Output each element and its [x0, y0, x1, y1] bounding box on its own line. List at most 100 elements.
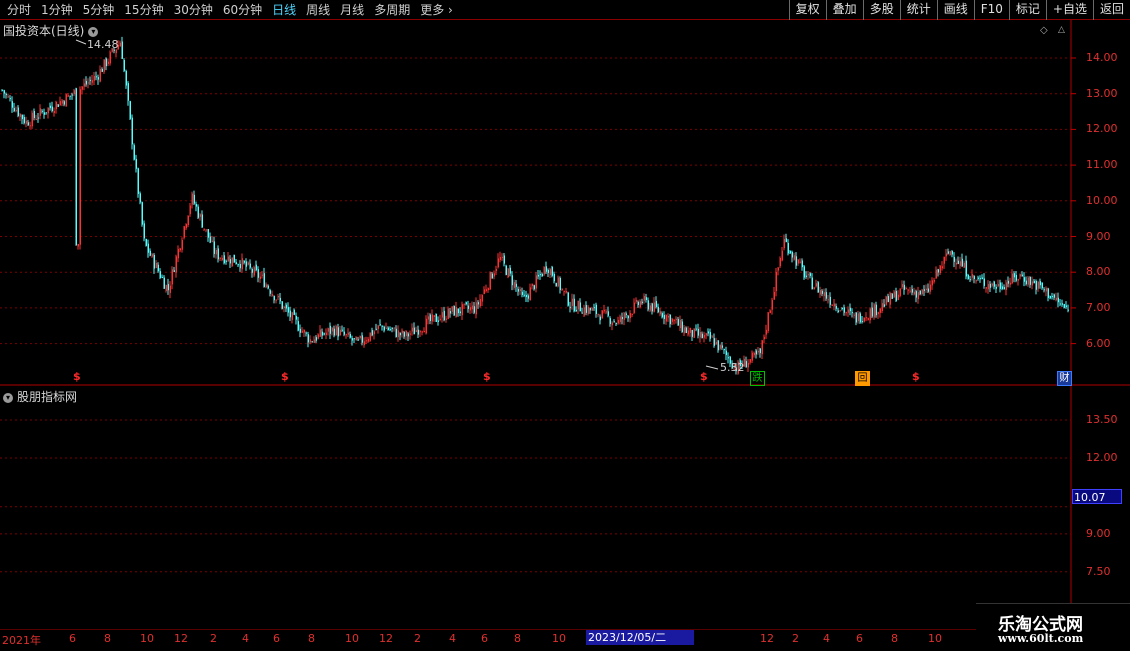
- period-tab-2[interactable]: 5分钟: [78, 0, 120, 20]
- time-tick-label: 8: [514, 632, 521, 645]
- candle-body: [867, 318, 869, 320]
- candle-body: [41, 110, 43, 112]
- candle-body: [943, 256, 945, 264]
- period-tab-4[interactable]: 30分钟: [169, 0, 218, 20]
- candle-body: [831, 304, 833, 306]
- toolbar-button-3[interactable]: 统计: [899, 0, 937, 20]
- toolbar-button-7[interactable]: +自选: [1045, 0, 1093, 20]
- toolbar-button-5[interactable]: F10: [973, 0, 1009, 20]
- candle-body: [539, 274, 541, 276]
- candle-body: [773, 291, 775, 300]
- dividend-marker[interactable]: $: [73, 370, 81, 383]
- candle-body: [577, 300, 579, 310]
- period-tab-0[interactable]: 分时: [2, 0, 36, 20]
- candle-body: [991, 283, 993, 286]
- toolbar-button-8[interactable]: 返回: [1092, 0, 1130, 20]
- period-tab-8[interactable]: 月线: [335, 0, 369, 20]
- candle-body: [825, 292, 827, 299]
- candle-body: [687, 330, 689, 335]
- candle-body: [297, 321, 299, 331]
- candle-body: [555, 282, 557, 287]
- candle-body: [1023, 277, 1025, 282]
- candle-body: [417, 329, 419, 335]
- diamond-icon[interactable]: ◇: [1040, 25, 1048, 36]
- period-tab-6[interactable]: 日线: [267, 0, 301, 20]
- candle-body: [777, 267, 779, 271]
- candle-body: [563, 290, 565, 292]
- candle-body: [281, 301, 283, 309]
- period-tab-7[interactable]: 周线: [301, 0, 335, 20]
- candle-body: [425, 318, 427, 334]
- toolbar-button-4[interactable]: 画线: [936, 0, 974, 20]
- candle-body: [847, 309, 849, 313]
- event-badge[interactable]: 跌: [750, 371, 765, 386]
- candle-body: [1029, 276, 1031, 285]
- time-tick-label: 8: [308, 632, 315, 645]
- candle-body: [223, 255, 225, 264]
- candle-body: [143, 223, 145, 239]
- candle-body: [375, 328, 377, 330]
- candle-body: [967, 274, 969, 280]
- candle-body: [669, 314, 671, 325]
- candle-body: [219, 257, 221, 259]
- dividend-marker[interactable]: $: [483, 370, 491, 383]
- candle-body: [153, 254, 155, 269]
- candle-body: [63, 101, 65, 105]
- chevron-down-icon[interactable]: ▾: [88, 26, 99, 37]
- price-tick-label: 14.00: [1086, 51, 1118, 64]
- toolbar-button-1[interactable]: 叠加: [825, 0, 863, 20]
- candle-body: [697, 328, 699, 336]
- time-tick-label: 2: [210, 632, 217, 645]
- candle-body: [969, 279, 971, 281]
- chevron-down-icon[interactable]: ▾: [3, 392, 13, 403]
- dividend-marker[interactable]: $: [281, 370, 289, 383]
- triangle-icon[interactable]: △: [1058, 25, 1065, 35]
- candle-body: [897, 294, 899, 300]
- candle-body: [183, 226, 185, 238]
- candle-body: [849, 307, 851, 312]
- time-tick-label: 6: [69, 632, 76, 645]
- candle-body: [917, 292, 919, 300]
- candle-body: [101, 68, 103, 72]
- candlestick-series: [1, 36, 1069, 375]
- candle-body: [947, 251, 949, 254]
- candle-body: [363, 341, 365, 346]
- candle-body: [173, 270, 175, 272]
- candle-body: [323, 333, 325, 335]
- candle-body: [763, 336, 765, 340]
- sub-panel-title: ▾ 股朋指标网: [3, 388, 77, 405]
- period-tab-5[interactable]: 60分钟: [218, 0, 267, 20]
- period-tab-1[interactable]: 1分钟: [36, 0, 78, 20]
- candle-body: [9, 98, 11, 100]
- candle-body: [513, 282, 515, 288]
- candle-body: [579, 302, 581, 312]
- event-badge[interactable]: 回: [855, 371, 870, 386]
- candle-body: [93, 76, 95, 81]
- candle-body: [275, 299, 277, 301]
- toolbar-button-6[interactable]: 标记: [1008, 0, 1046, 20]
- candle-body: [97, 77, 99, 80]
- period-tab-9[interactable]: 多周期: [369, 0, 415, 20]
- candle-body: [635, 299, 637, 302]
- candle-body: [803, 266, 805, 278]
- candle-body: [107, 61, 109, 64]
- candle-body: [913, 291, 915, 295]
- candle-body: [283, 306, 285, 309]
- period-tabs: 分时 1分钟 5分钟 15分钟 30分钟 60分钟 日线 周线 月线 多周期 更多 ›: [2, 0, 458, 20]
- candle-body: [243, 260, 245, 263]
- candle-body: [983, 278, 985, 286]
- period-tab-3[interactable]: 15分钟: [119, 0, 168, 20]
- dividend-marker[interactable]: $: [912, 370, 920, 383]
- event-badge[interactable]: 财: [1057, 371, 1072, 386]
- period-tab-10[interactable]: 更多 ›: [415, 0, 458, 20]
- candle-body: [383, 326, 385, 331]
- dividend-marker[interactable]: $: [700, 370, 708, 383]
- toolbar-button-0[interactable]: 复权: [788, 0, 826, 20]
- main-chart-area[interactable]: [0, 20, 1130, 630]
- candle-body: [881, 303, 883, 311]
- candle-body: [37, 117, 39, 119]
- candle-body: [975, 280, 977, 282]
- candle-body: [77, 243, 79, 247]
- toolbar-button-2[interactable]: 多股: [862, 0, 900, 20]
- candle-body: [639, 301, 641, 308]
